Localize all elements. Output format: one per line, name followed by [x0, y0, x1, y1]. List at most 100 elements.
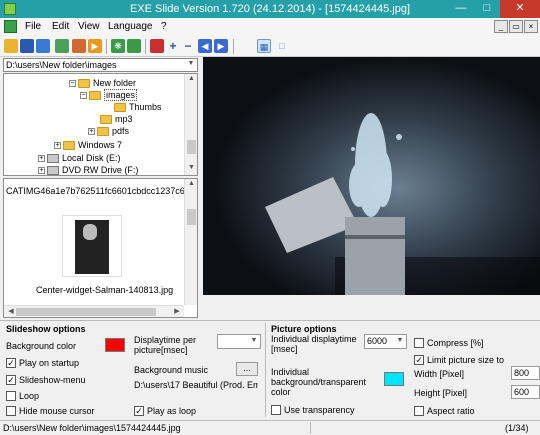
tree-item[interactable]: + Windows 7 — [54, 140, 122, 151]
app-menu-icon[interactable] — [4, 20, 17, 33]
individual-bg-label: Individual — [271, 367, 310, 377]
height-input[interactable]: 600 — [511, 385, 540, 399]
collapse-icon[interactable]: − — [69, 80, 76, 88]
play-icon[interactable]: ▶ — [88, 39, 102, 53]
status-counter: (1/34) — [505, 423, 529, 433]
grid-view-icon[interactable]: ▦ — [257, 39, 271, 53]
menu-view[interactable]: View — [78, 18, 100, 35]
aspect-ratio-label: Aspect ratio — [427, 406, 475, 416]
browse-music-button[interactable]: ... — [236, 362, 258, 376]
collapse-icon[interactable]: − — [80, 92, 87, 100]
play-as-loop-checkbox[interactable]: ✓ — [134, 406, 144, 416]
scroll-left-icon[interactable]: ◀ — [6, 307, 16, 317]
calendar-icon[interactable] — [72, 39, 86, 53]
use-transparency-label: Use transparency — [284, 405, 355, 415]
tree-item[interactable]: + pdfs — [88, 126, 129, 137]
tree-item[interactable]: mp3 — [100, 114, 133, 125]
folder-icon — [63, 141, 75, 151]
save-icon[interactable] — [20, 39, 34, 53]
minus-icon[interactable]: − — [181, 39, 195, 53]
mdi-restore-button[interactable]: ▭ — [509, 20, 523, 33]
chevron-down-icon[interactable]: ▼ — [186, 60, 196, 70]
minimize-button[interactable]: — — [448, 0, 474, 18]
individual-displaytime-label: Individual displaytime — [271, 334, 357, 344]
single-view-icon[interactable]: □ — [275, 39, 289, 53]
file-name[interactable]: CATIMG46a1e7b762511fc6601cbdcc1237c67 — [6, 186, 184, 196]
picture-options-heading: Picture options — [271, 324, 337, 334]
close-button[interactable]: ✕ — [500, 0, 540, 18]
background-color-swatch[interactable] — [105, 338, 125, 352]
status-bar: D:\users\New folder\images\1574424445.jp… — [0, 420, 540, 435]
individual-bg-swatch[interactable] — [384, 372, 404, 386]
background-color-label: Background color — [6, 341, 77, 351]
width-label: Width [Pixel] — [414, 369, 465, 379]
browse-label: ... — [243, 363, 251, 373]
expand-icon[interactable]: + — [38, 155, 45, 163]
scroll-right-icon[interactable]: ▶ — [172, 307, 182, 317]
play-on-startup-checkbox[interactable]: ✓ — [6, 358, 16, 368]
file-list[interactable]: CATIMG46a1e7b762511fc6601cbdcc1237c67 Ce… — [3, 178, 198, 318]
use-transparency-checkbox[interactable] — [271, 405, 281, 415]
height-value: 600 — [514, 387, 530, 397]
list-v-scrollbar[interactable]: ▲ — [184, 179, 197, 305]
scroll-up-icon[interactable]: ▲ — [185, 75, 197, 85]
open-folder-icon[interactable] — [4, 39, 18, 53]
folder-tree[interactable]: − New folder − images Thumbs mp3 + pdfs + Wi… — [3, 73, 198, 176]
compress-checkbox[interactable] — [414, 338, 424, 348]
hide-mouse-cursor-checkbox[interactable] — [6, 406, 16, 416]
menu-help[interactable]: ? — [161, 18, 167, 35]
limit-size-checkbox[interactable]: ✓ — [414, 355, 424, 365]
scroll-down-icon[interactable]: ▼ — [185, 164, 197, 174]
menu-bar: File Edit View Language ? _ ▭ × — [0, 18, 540, 35]
next-icon[interactable]: ▶ — [214, 39, 228, 53]
list-h-scrollbar[interactable]: ◀ ▶ — [4, 305, 184, 317]
scroll-up-icon[interactable]: ▲ — [185, 180, 197, 190]
path-select[interactable]: D:\users\New folder\images — [3, 58, 198, 72]
tree-item[interactable]: + Local Disk (E:) — [38, 153, 121, 164]
photo-face — [83, 224, 97, 240]
play-on-startup-label: Play on startup — [19, 358, 80, 368]
tree-item-label: Local Disk (E:) — [62, 153, 121, 163]
tree-item-label: pdfs — [112, 126, 130, 136]
window-icon[interactable] — [36, 39, 50, 53]
expand-icon[interactable]: + — [38, 167, 45, 175]
tree-item[interactable]: − New folder — [69, 78, 136, 89]
html-icon[interactable] — [150, 39, 164, 53]
scroll-thumb[interactable] — [187, 209, 196, 225]
tree-item[interactable]: Thumbs — [114, 102, 162, 113]
folder-icon — [78, 79, 90, 89]
slideshow-menu-checkbox[interactable]: ✓ — [6, 375, 16, 385]
menu-file[interactable]: File — [25, 18, 41, 35]
toolbar-separator — [106, 39, 107, 54]
scroll-thumb[interactable] — [187, 140, 196, 154]
menu-language[interactable]: Language — [108, 18, 153, 35]
menu-edit[interactable]: Edit — [52, 18, 69, 35]
loop-label: Loop — [19, 391, 40, 401]
individual-displaytime-label-2: [msec] — [271, 344, 298, 354]
mdi-close-button[interactable]: × — [524, 20, 538, 33]
thumbnail-image[interactable] — [62, 215, 122, 277]
expand-icon[interactable]: + — [54, 142, 61, 150]
tree-item[interactable]: − images — [80, 89, 138, 101]
mdi-minimize-button[interactable]: _ — [494, 20, 508, 33]
settings-icon[interactable]: ❋ — [111, 39, 125, 53]
chevron-down-icon[interactable]: ▼ — [249, 337, 259, 347]
tree-item-label: New folder — [93, 78, 137, 88]
expand-icon[interactable]: + — [88, 128, 95, 136]
globe-icon[interactable] — [127, 39, 141, 53]
width-input[interactable]: 800 — [511, 366, 540, 380]
prev-icon[interactable]: ◀ — [198, 39, 212, 53]
tree-scrollbar[interactable]: ▲ ▼ — [184, 74, 197, 175]
maximize-button[interactable]: □ — [474, 0, 500, 18]
tree-item[interactable]: + DVD RW Drive (F:) — [38, 165, 138, 175]
tree-item-label: Thumbs — [129, 102, 162, 112]
picture-icon[interactable] — [55, 39, 69, 53]
plus-icon[interactable]: + — [166, 39, 180, 53]
play-as-loop-label: Play as loop — [147, 406, 197, 416]
picture-preview[interactable] — [203, 57, 540, 295]
loop-checkbox[interactable] — [6, 391, 16, 401]
tree-item-label: images — [104, 89, 138, 101]
chevron-down-icon[interactable]: ▼ — [395, 337, 405, 347]
aspect-ratio-checkbox[interactable] — [414, 406, 424, 416]
scroll-thumb[interactable] — [16, 308, 156, 316]
